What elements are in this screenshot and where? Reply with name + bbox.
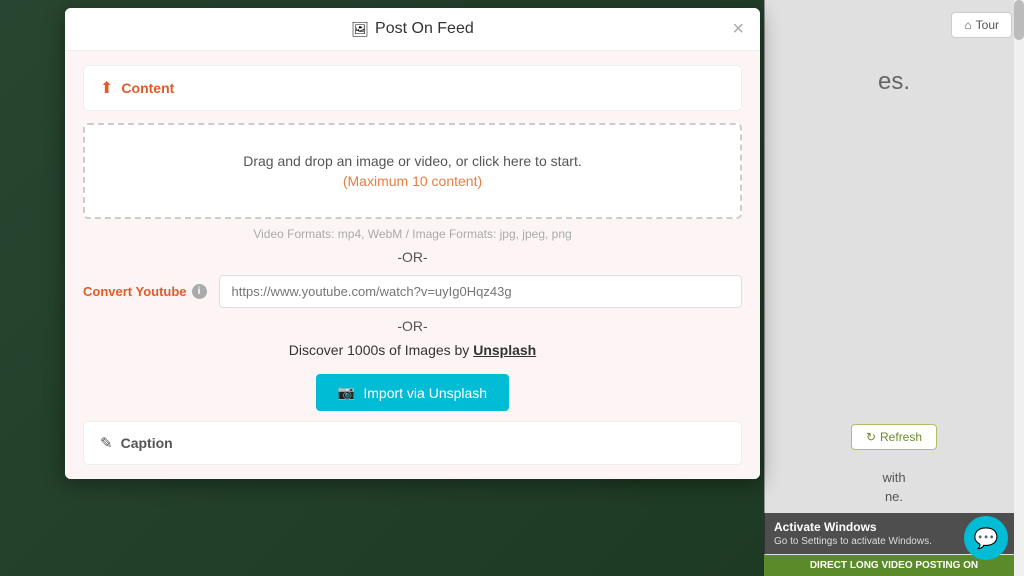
modal-close-button[interactable]: × [732, 19, 744, 39]
sidebar-text-1: es. [776, 68, 1012, 96]
right-sidebar: ⌂ Tour es. ↻ Refresh with ne. [764, 0, 1024, 576]
formats-text: Video Formats: mp4, WebM / Image Formats… [83, 227, 742, 241]
drop-zone[interactable]: Drag and drop an image or video, or clic… [83, 123, 742, 219]
unsplash-section: Discover 1000s of Images by Unsplash [83, 342, 742, 360]
unsplash-text-before: Discover 1000s of Images by [289, 342, 473, 358]
modal-title: Post On Feed [375, 20, 474, 38]
modal-header: 🖼 Post On Feed × [65, 8, 760, 51]
sidebar-text-2: with [776, 470, 1012, 485]
info-icon: i [192, 284, 207, 299]
import-unsplash-button[interactable]: 📷 Import via Unsplash [316, 374, 509, 411]
camera-icon: 📷 [338, 384, 355, 401]
scrollbar-thumb[interactable] [1014, 0, 1024, 40]
sidebar-text-3: ne. [776, 489, 1012, 504]
or-divider-1: -OR- [83, 249, 742, 265]
content-label-text: Content [121, 80, 174, 96]
caption-label-text: Caption [121, 435, 173, 451]
modal: 🖼 Post On Feed × ⬆ Content Drag and drop… [65, 8, 760, 479]
convert-youtube-text: Convert Youtube [83, 284, 187, 299]
modal-body: ⬆ Content Drag and drop an image or vide… [65, 51, 760, 479]
caption-section-label: ✎ Caption [100, 434, 725, 452]
caption-section-card: ✎ Caption [83, 421, 742, 465]
import-button-label: Import via Unsplash [363, 385, 487, 401]
content-section-label: ⬆ Content [100, 78, 725, 98]
convert-youtube-label: Convert Youtube i [83, 284, 207, 299]
bottom-bar-text: DIRECT LONG VIDEO POSTING ON [810, 560, 978, 571]
upload-icon: ⬆ [100, 78, 113, 98]
content-section-card: ⬆ Content [83, 65, 742, 111]
tour-icon: ⌂ [964, 18, 971, 32]
refresh-label: Refresh [880, 430, 922, 444]
chat-icon: 💬 [974, 526, 999, 551]
tour-button[interactable]: ⌂ Tour [951, 12, 1012, 38]
refresh-button[interactable]: ↻ Refresh [851, 424, 937, 450]
refresh-icon: ↻ [866, 430, 876, 444]
drop-zone-main-text: Drag and drop an image or video, or clic… [105, 153, 720, 169]
chat-bubble[interactable]: 💬 [964, 516, 1008, 560]
or-divider-2: -OR- [83, 318, 742, 334]
modal-title-icon: 🖼 [351, 21, 369, 38]
edit-icon: ✎ [100, 434, 113, 452]
convert-youtube-row: Convert Youtube i [83, 275, 742, 308]
scrollbar-track[interactable] [1014, 0, 1024, 576]
youtube-url-input[interactable] [219, 275, 742, 308]
unsplash-link[interactable]: Unsplash [473, 342, 536, 358]
tour-label: Tour [976, 18, 999, 32]
drop-zone-sub-text: (Maximum 10 content) [105, 173, 720, 189]
